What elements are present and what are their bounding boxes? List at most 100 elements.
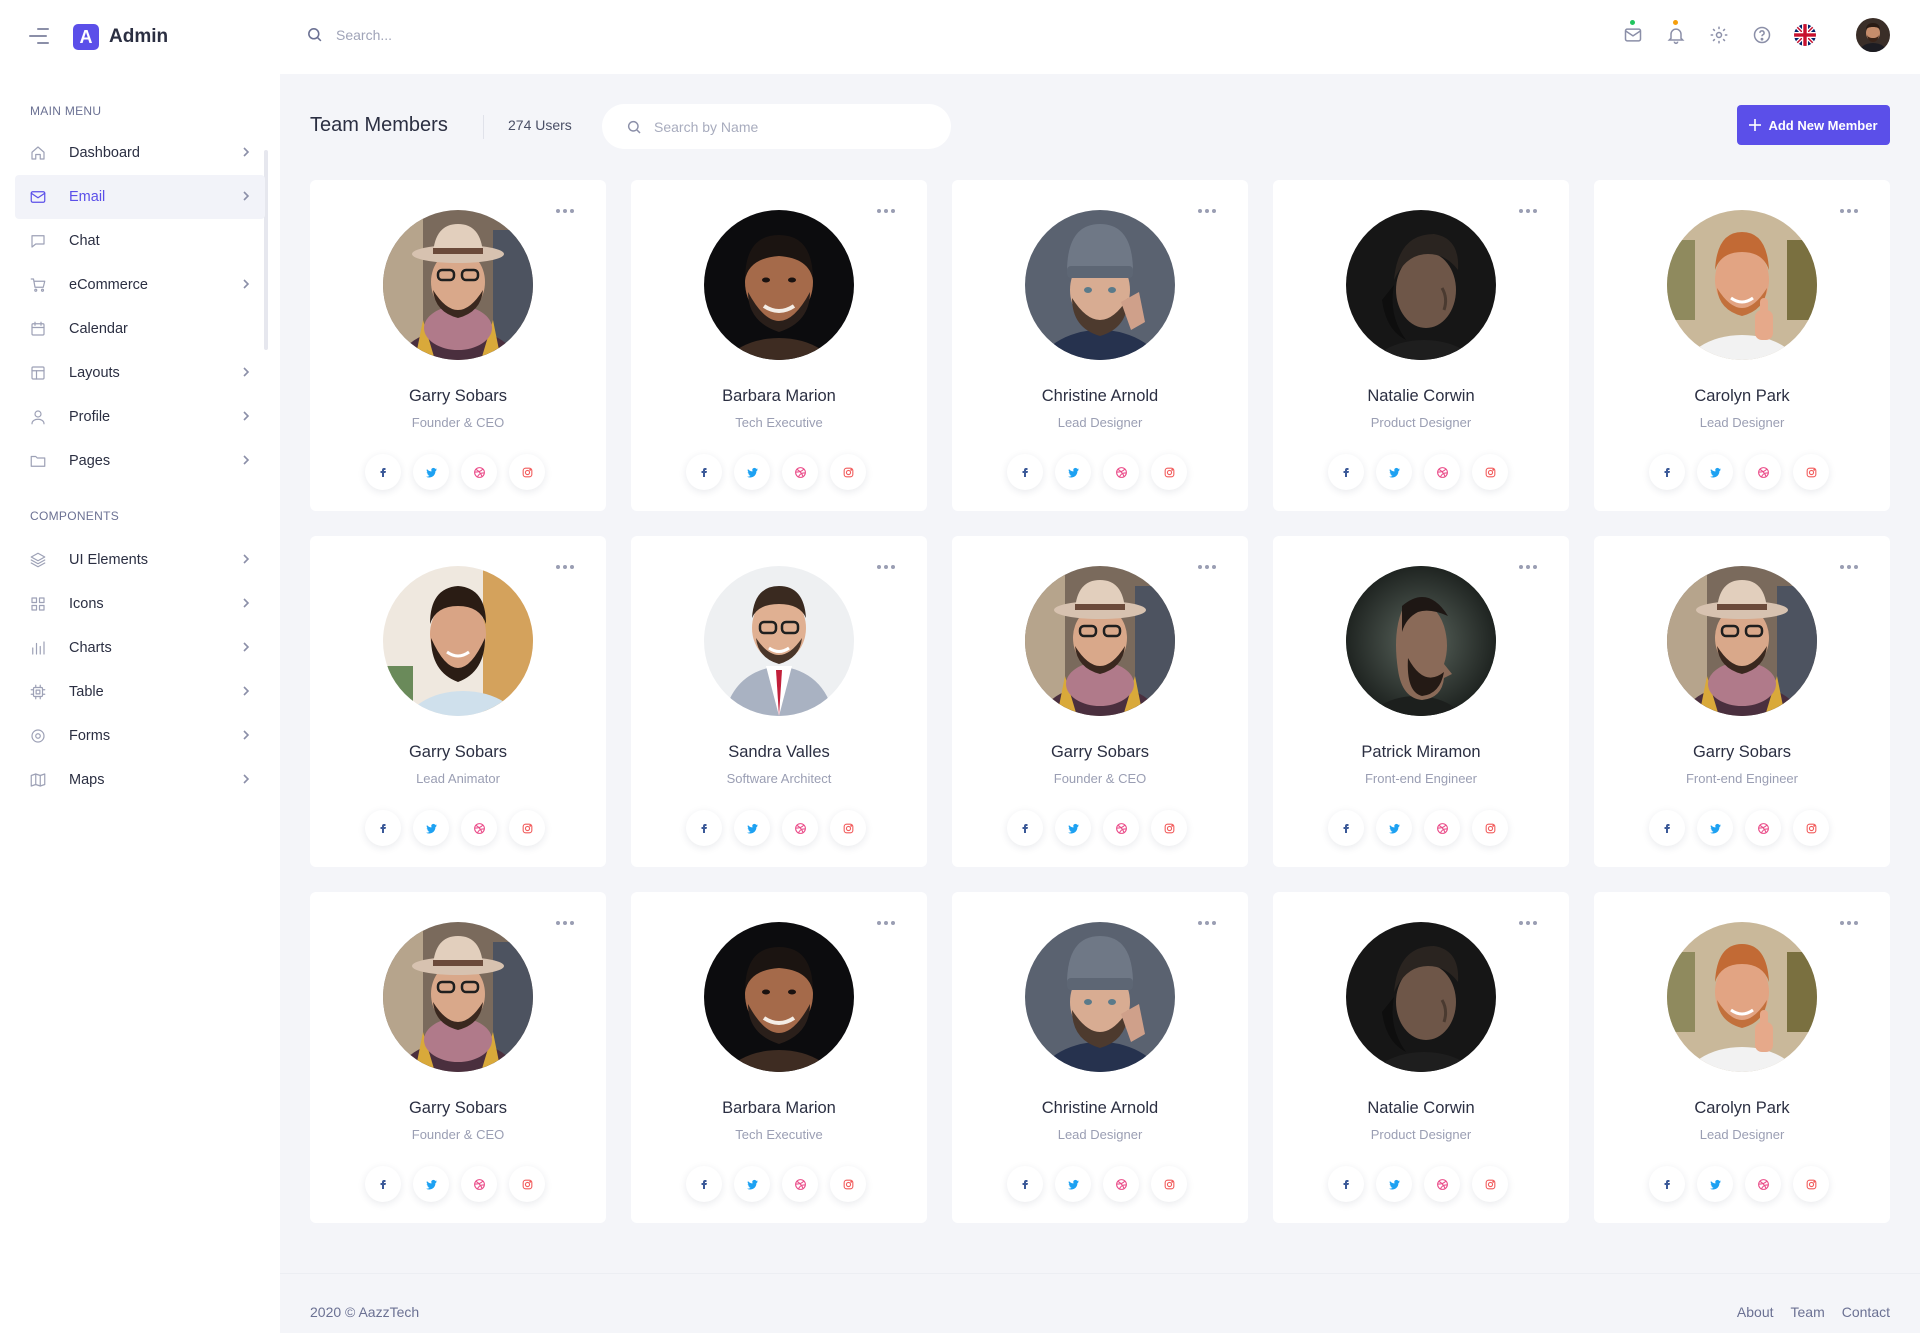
member-photo[interactable] — [1667, 922, 1817, 1072]
gear-icon[interactable] — [1708, 24, 1730, 46]
more-options-icon[interactable] — [1517, 919, 1539, 927]
member-photo[interactable] — [1025, 922, 1175, 1072]
help-icon[interactable] — [1751, 24, 1773, 46]
twitter-icon[interactable] — [1376, 810, 1412, 846]
member-name[interactable]: Christine Arnold — [952, 1099, 1248, 1118]
footer-link-team[interactable]: Team — [1791, 1304, 1825, 1320]
more-options-icon[interactable] — [554, 563, 576, 571]
member-photo[interactable] — [704, 210, 854, 360]
member-photo[interactable] — [1667, 210, 1817, 360]
twitter-icon[interactable] — [1376, 1166, 1412, 1202]
member-name[interactable]: Garry Sobars — [310, 743, 606, 762]
member-photo[interactable] — [704, 566, 854, 716]
dribbble-icon[interactable] — [782, 1166, 818, 1202]
instagram-icon[interactable] — [1472, 810, 1508, 846]
twitter-icon[interactable] — [734, 810, 770, 846]
facebook-icon[interactable] — [686, 810, 722, 846]
member-name[interactable]: Barbara Marion — [631, 387, 927, 406]
more-options-icon[interactable] — [1517, 563, 1539, 571]
more-options-icon[interactable] — [554, 207, 576, 215]
twitter-icon[interactable] — [1055, 454, 1091, 490]
instagram-icon[interactable] — [830, 1166, 866, 1202]
twitter-icon[interactable] — [1697, 454, 1733, 490]
menu-toggle-icon[interactable] — [29, 28, 49, 46]
more-options-icon[interactable] — [1838, 563, 1860, 571]
member-photo[interactable] — [1667, 566, 1817, 716]
member-name[interactable]: Patrick Miramon — [1273, 743, 1569, 762]
sidebar-item-dashboard[interactable]: Dashboard — [15, 131, 265, 175]
twitter-icon[interactable] — [413, 454, 449, 490]
member-name[interactable]: Sandra Valles — [631, 743, 927, 762]
dribbble-icon[interactable] — [461, 810, 497, 846]
member-name[interactable]: Garry Sobars — [310, 387, 606, 406]
sidebar-item-charts[interactable]: Charts — [15, 626, 265, 670]
sidebar-item-profile[interactable]: Profile — [15, 395, 265, 439]
facebook-icon[interactable] — [1007, 810, 1043, 846]
twitter-icon[interactable] — [413, 810, 449, 846]
more-options-icon[interactable] — [1838, 919, 1860, 927]
instagram-icon[interactable] — [509, 1166, 545, 1202]
member-name[interactable]: Natalie Corwin — [1273, 387, 1569, 406]
facebook-icon[interactable] — [686, 1166, 722, 1202]
sidebar-item-table[interactable]: Table — [15, 670, 265, 714]
more-options-icon[interactable] — [554, 919, 576, 927]
member-photo[interactable] — [383, 566, 533, 716]
facebook-icon[interactable] — [1007, 1166, 1043, 1202]
facebook-icon[interactable] — [1649, 454, 1685, 490]
dribbble-icon[interactable] — [1424, 1166, 1460, 1202]
member-search-input[interactable] — [654, 118, 914, 135]
dribbble-icon[interactable] — [461, 1166, 497, 1202]
sidebar-item-pages[interactable]: Pages — [15, 439, 265, 483]
dribbble-icon[interactable] — [782, 810, 818, 846]
more-options-icon[interactable] — [1196, 207, 1218, 215]
instagram-icon[interactable] — [1472, 1166, 1508, 1202]
facebook-icon[interactable] — [365, 1166, 401, 1202]
member-photo[interactable] — [383, 210, 533, 360]
sidebar-item-email[interactable]: Email — [15, 175, 265, 219]
more-options-icon[interactable] — [875, 563, 897, 571]
facebook-icon[interactable] — [1328, 810, 1364, 846]
member-name[interactable]: Natalie Corwin — [1273, 1099, 1569, 1118]
sidebar-item-icons[interactable]: Icons — [15, 582, 265, 626]
member-photo[interactable] — [1025, 566, 1175, 716]
dribbble-icon[interactable] — [1745, 454, 1781, 490]
more-options-icon[interactable] — [1196, 563, 1218, 571]
dribbble-icon[interactable] — [1745, 810, 1781, 846]
more-options-icon[interactable] — [875, 919, 897, 927]
more-options-icon[interactable] — [1196, 919, 1218, 927]
member-name[interactable]: Carolyn Park — [1594, 1099, 1890, 1118]
sidebar-item-forms[interactable]: Forms — [15, 714, 265, 758]
dribbble-icon[interactable] — [461, 454, 497, 490]
member-photo[interactable] — [704, 922, 854, 1072]
sidebar-item-maps[interactable]: Maps — [15, 758, 265, 802]
more-options-icon[interactable] — [1517, 207, 1539, 215]
twitter-icon[interactable] — [1055, 1166, 1091, 1202]
add-new-member-button[interactable]: Add New Member — [1737, 105, 1890, 145]
twitter-icon[interactable] — [1055, 810, 1091, 846]
instagram-icon[interactable] — [509, 454, 545, 490]
member-photo[interactable] — [1025, 210, 1175, 360]
dribbble-icon[interactable] — [1103, 810, 1139, 846]
global-search-input[interactable] — [336, 26, 636, 43]
logo[interactable]: A Admin — [73, 24, 168, 50]
more-options-icon[interactable] — [1838, 207, 1860, 215]
user-avatar[interactable] — [1856, 18, 1890, 52]
instagram-icon[interactable] — [1151, 1166, 1187, 1202]
facebook-icon[interactable] — [365, 454, 401, 490]
uk-flag-icon[interactable] — [1794, 24, 1816, 46]
instagram-icon[interactable] — [1793, 454, 1829, 490]
facebook-icon[interactable] — [1007, 454, 1043, 490]
member-photo[interactable] — [383, 922, 533, 1072]
facebook-icon[interactable] — [1649, 1166, 1685, 1202]
facebook-icon[interactable] — [1649, 810, 1685, 846]
dribbble-icon[interactable] — [1103, 454, 1139, 490]
dribbble-icon[interactable] — [1745, 1166, 1781, 1202]
instagram-icon[interactable] — [1793, 810, 1829, 846]
sidebar-item-ecommerce[interactable]: eCommerce — [15, 263, 265, 307]
dribbble-icon[interactable] — [782, 454, 818, 490]
member-photo[interactable] — [1346, 210, 1496, 360]
instagram-icon[interactable] — [1472, 454, 1508, 490]
facebook-icon[interactable] — [365, 810, 401, 846]
member-name[interactable]: Carolyn Park — [1594, 387, 1890, 406]
twitter-icon[interactable] — [734, 1166, 770, 1202]
